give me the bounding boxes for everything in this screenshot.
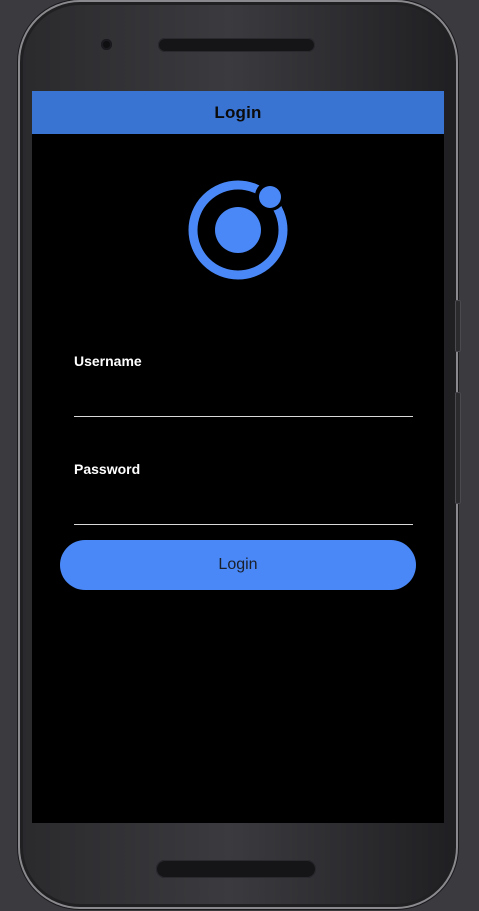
password-field: Password xyxy=(74,461,413,526)
username-input[interactable] xyxy=(74,379,413,415)
login-form: Username Password Login xyxy=(32,91,444,823)
device-preview: Login Username Password Login xyxy=(0,0,479,911)
power-button xyxy=(455,392,461,504)
earpiece-speaker xyxy=(158,38,315,52)
username-underline xyxy=(74,416,413,417)
front-camera xyxy=(101,39,112,50)
username-field: Username xyxy=(74,353,413,418)
password-input[interactable] xyxy=(74,487,413,523)
volume-button xyxy=(455,300,461,352)
bottom-speaker xyxy=(156,860,316,878)
app-screen: Login Username Password Login xyxy=(32,91,444,823)
username-label: Username xyxy=(74,353,142,369)
login-button[interactable]: Login xyxy=(60,540,416,590)
password-label: Password xyxy=(74,461,141,477)
password-underline xyxy=(74,524,413,525)
